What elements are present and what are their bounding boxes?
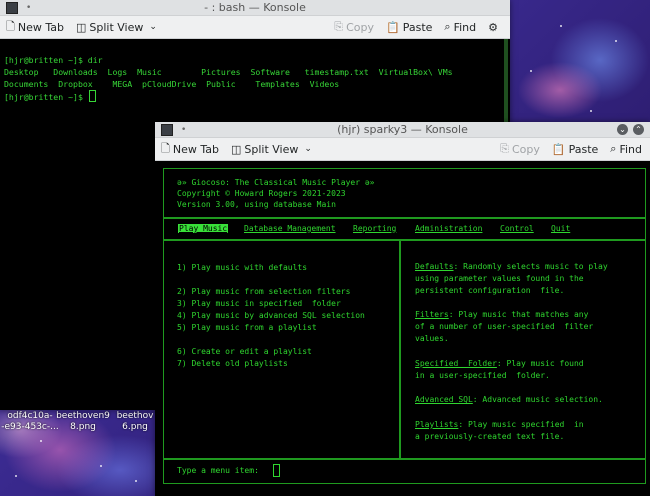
menu-bar-frame (163, 217, 646, 241)
desktop-icon-label: 6.png (122, 422, 148, 432)
terminal-cursor (88, 90, 96, 102)
split-view-icon: ◫ (230, 142, 242, 156)
new-tab-icon: 🗋 (161, 141, 170, 155)
copy-label: Copy (511, 142, 540, 156)
option-4[interactable]: 4) Play music by advanced SQL selection (177, 311, 365, 320)
menu-administration[interactable]: Administration (415, 224, 482, 233)
split-view-button[interactable]: ◫ Split View ⌄ (225, 143, 318, 156)
banner-copyright: Copyright © Howard Rogers 2021-2023 (177, 189, 346, 198)
desktop-icon-file-3[interactable]: beethov 6.png (115, 411, 155, 433)
help-text: a previously-created text file. (415, 432, 565, 441)
find-label: Find (619, 142, 642, 156)
help-term-filters: Filters (415, 310, 449, 319)
help-text: of a number of user-specified filter (415, 322, 594, 331)
help-term-defaults: Defaults (415, 262, 454, 271)
konsole-app-icon[interactable] (6, 1, 18, 14)
split-view-icon: ◫ (75, 20, 87, 34)
maximize-icon[interactable]: ⌃ (633, 124, 644, 135)
paste-label: Paste (568, 142, 599, 156)
menu-item-input[interactable] (273, 464, 280, 477)
copy-button[interactable]: ⎘ Copy (328, 20, 380, 34)
window-title: - : bash — Konsole (204, 1, 306, 14)
help-text: : Advanced music selection. (472, 395, 603, 404)
desktop-icon-label: odf4c10a- (7, 411, 53, 421)
find-icon: ⌕ (610, 142, 617, 155)
help-text: : Randomly selects music to play (453, 262, 608, 271)
new-tab-button[interactable]: 🗋 New Tab (155, 140, 225, 159)
help-text: persistent configuration file. (415, 286, 565, 295)
giocoso-app: ə» Giocoso: The Classical Music Player ə… (155, 160, 650, 496)
desktop-icon-label: beethov (116, 411, 154, 421)
help-text: : Play music that matches any (448, 310, 589, 319)
new-tab-button[interactable]: 🗋 New Tab (0, 18, 70, 37)
titlebar[interactable]: • (hjr) sparky3 — Konsole ⌄ ⌃ (155, 122, 650, 138)
help-term-playlists: Playlists (415, 420, 459, 429)
minimize-icon[interactable]: ⌄ (617, 124, 628, 135)
menu-play-music[interactable]: Play Music (178, 224, 229, 233)
split-view-button[interactable]: ◫ Split View ⌄ (70, 21, 163, 34)
help-text: using parameter values found in the (415, 274, 584, 283)
new-tab-label: New Tab (17, 20, 64, 34)
new-tab-label: New Tab (172, 142, 219, 156)
settings-icon: ⚙ (488, 20, 498, 34)
copy-icon: ⎘ (334, 20, 344, 33)
pin-icon[interactable]: • (181, 125, 186, 135)
copy-label: Copy (346, 20, 374, 34)
toolbar: 🗋 New Tab ◫ Split View ⌄ ⎘ Copy 📋 Paste … (0, 16, 510, 39)
paste-icon: 📋 (551, 142, 566, 156)
titlebar[interactable]: • - : bash — Konsole (0, 0, 510, 16)
banner-title: ə» Giocoso: The Classical Music Player ə… (177, 178, 375, 187)
help-text: values. (415, 334, 449, 343)
option-5[interactable]: 5) Play music from a playlist (177, 323, 317, 332)
split-view-label: Split View (89, 20, 144, 34)
terminal-prompt-line: [hjr@britten ~]$ (4, 90, 506, 103)
option-6[interactable]: 6) Create or edit a playlist (177, 347, 312, 356)
settings-button[interactable]: ⚙ (482, 21, 504, 34)
desktop-icon-label: -e93-453c-... (1, 422, 59, 432)
desktop-icon-label: 8.png (70, 422, 96, 432)
help-term-advanced-sql: Advanced SQL (415, 395, 473, 404)
copy-icon: ⎘ (500, 142, 509, 155)
chevron-down-icon: ⌄ (149, 22, 157, 32)
find-icon: ⌕ (444, 20, 451, 33)
paste-label: Paste (402, 20, 433, 34)
desktop-icon-label: beethoven9 (56, 411, 110, 421)
konsole-app-icon[interactable] (161, 123, 173, 136)
option-7[interactable]: 7) Delete old playlists (177, 359, 288, 368)
toolbar: 🗋 New Tab ◫ Split View ⌄ ⎘ Copy 📋 Paste … (155, 138, 650, 161)
desktop-icon-file-2[interactable]: beethoven9 8.png (52, 411, 114, 433)
window-title: (hjr) sparky3 — Konsole (337, 123, 468, 136)
terminal-line: [hjr@britten ~]$ (4, 92, 88, 102)
find-button[interactable]: ⌕ Find (604, 142, 648, 156)
terminal-line: [hjr@britten ~]$ dir (4, 55, 103, 65)
terminal-line: Desktop Downloads Logs Music Pictures So… (4, 67, 453, 77)
menu-quit[interactable]: Quit (551, 224, 570, 233)
option-1[interactable]: 1) Play music with defaults (177, 263, 307, 272)
terminal-line: Documents Dropbox MEGA pCloudDrive Publi… (4, 79, 340, 89)
option-2[interactable]: 2) Play music from selection filters (177, 287, 350, 296)
menu-reporting[interactable]: Reporting (353, 224, 396, 233)
help-text: in a user-specified folder. (415, 371, 550, 380)
find-label: Find (453, 20, 477, 34)
pin-icon[interactable]: • (26, 3, 31, 13)
copy-button[interactable]: ⎘ Copy (494, 142, 546, 156)
new-tab-icon: 🗋 (6, 19, 15, 33)
help-term-specified-folder: Specified Folder (415, 359, 497, 368)
find-button[interactable]: ⌕ Find (438, 20, 482, 34)
paste-button[interactable]: 📋 Paste (546, 143, 604, 156)
menu-database-management[interactable]: Database Management (244, 224, 336, 233)
split-view-label: Split View (244, 142, 299, 156)
option-3[interactable]: 3) Play music in specified folder (177, 299, 341, 308)
menu-control[interactable]: Control (500, 224, 534, 233)
menu-prompt-label: Type a menu item: (177, 466, 259, 475)
sparky-konsole-window: • (hjr) sparky3 — Konsole ⌄ ⌃ 🗋 New Tab … (155, 122, 650, 496)
chevron-down-icon: ⌄ (304, 144, 312, 154)
paste-button[interactable]: 📋 Paste (380, 21, 438, 34)
desktop-icon-file-1[interactable]: odf4c10a- -e93-453c-... (0, 411, 60, 433)
help-text: : Play music found (496, 359, 584, 368)
banner-version: Version 3.00, using database Main (177, 200, 336, 209)
help-text: : Play music specified in (458, 420, 584, 429)
paste-icon: 📋 (386, 20, 400, 34)
